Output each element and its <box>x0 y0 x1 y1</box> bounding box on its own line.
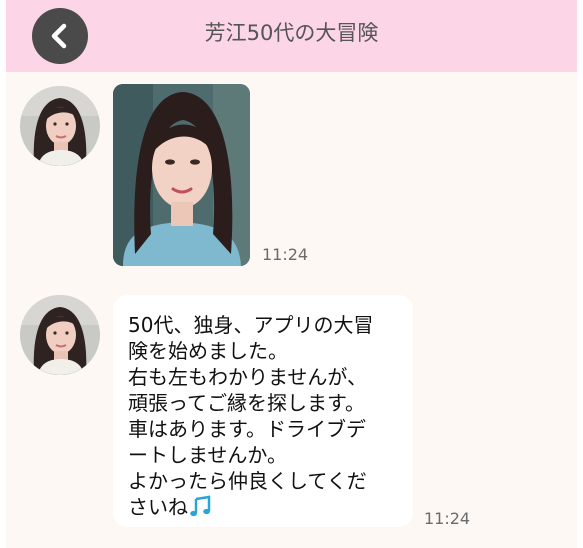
message-time: 11:24 <box>262 245 309 264</box>
message-line: 50代、独身、アプリの大冒 <box>128 313 374 337</box>
message-text: 50代、独身、アプリの大冒 険を始めました。 右も左もわかりませんが、 頑張って… <box>128 312 408 524</box>
message-line: 車はあります。ドライブデ <box>128 417 366 441</box>
message-line: ートしませんか。 <box>128 443 287 467</box>
chat-title: 芳江50代の大冒険 <box>204 21 379 45</box>
photo-message[interactable] <box>113 84 250 266</box>
message-time: 11:24 <box>424 509 471 528</box>
message-bubble[interactable]: 50代、独身、アプリの大冒 険を始めました。 右も左もわかりませんが、 頑張って… <box>113 295 413 527</box>
chat-header: 芳江50代の大冒険 <box>6 0 577 72</box>
avatar[interactable] <box>20 295 100 375</box>
message-line: よかったら仲良くしてくだ <box>128 469 367 493</box>
message-line: さいね <box>128 495 188 519</box>
music-note-icon <box>189 494 213 524</box>
message-line: 頑張ってご縁を探します。 <box>128 391 365 415</box>
message-line: 険を始めました。 <box>128 339 288 363</box>
chat-screen: 芳江50代の大冒険 11:24 50代、独身、アプリの大冒 険を始めました。 右… <box>6 0 577 548</box>
message-line: 右も左もわかりませんが、 <box>128 365 367 389</box>
avatar[interactable] <box>20 86 100 166</box>
